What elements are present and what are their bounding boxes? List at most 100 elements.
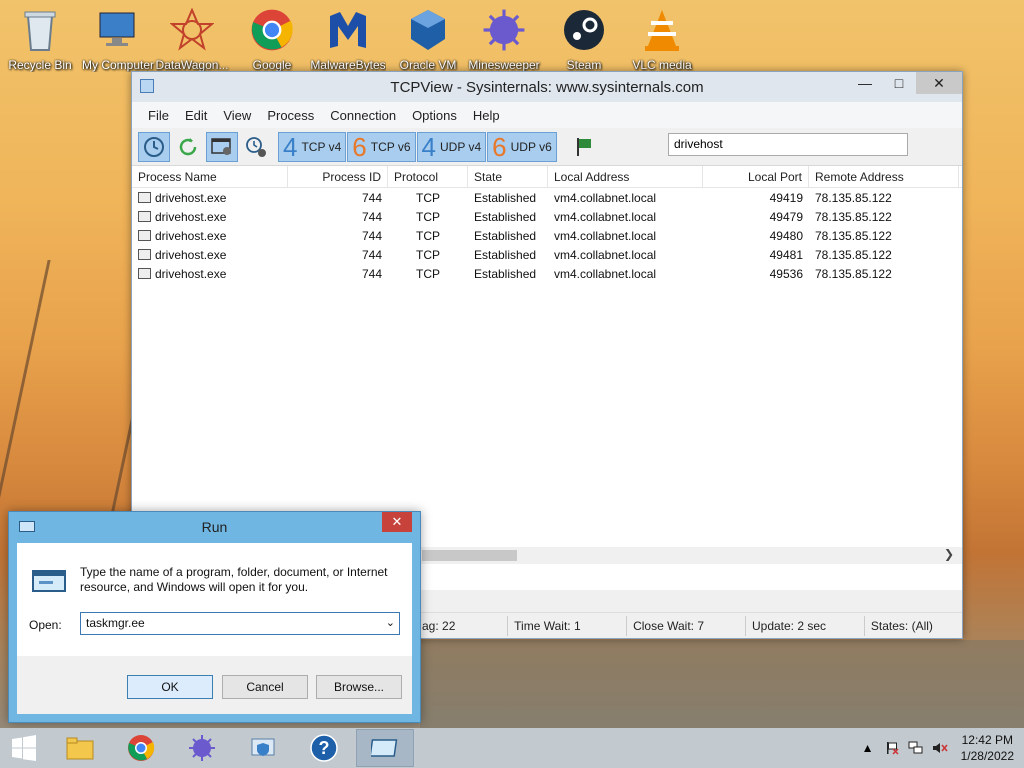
menu-help[interactable]: Help	[465, 108, 508, 123]
proto-label: UDP v4	[440, 139, 482, 154]
table-row[interactable]: drivehost.exe 744 TCP Established vm4.collab…	[132, 264, 962, 283]
menu-process[interactable]: Process	[259, 108, 322, 123]
menu-options[interactable]: Options	[404, 108, 465, 123]
minimize-button[interactable]: —	[848, 72, 882, 94]
desktop-icon-recycle-bin[interactable]: Recycle Bin	[2, 6, 78, 72]
recycle-bin-icon	[16, 6, 64, 54]
flag-button[interactable]	[568, 132, 600, 162]
taskbar-help[interactable]: ?	[295, 729, 353, 767]
run-dialog[interactable]: Run ✕ Type the name of a program, folder…	[8, 511, 421, 723]
desktop-icon-label: Google	[252, 58, 292, 72]
menu-view[interactable]: View	[215, 108, 259, 123]
start-button[interactable]	[0, 729, 48, 767]
taskbar-file-explorer[interactable]	[51, 729, 109, 767]
run-titlebar[interactable]: Run ✕	[9, 512, 420, 542]
maximize-button[interactable]: □	[882, 72, 916, 94]
scroll-thumb[interactable]	[422, 550, 517, 561]
col-local-port[interactable]: Local Port	[703, 166, 809, 187]
cancel-button[interactable]: Cancel	[222, 675, 308, 699]
network-shield-icon	[251, 738, 275, 756]
desktop-icon-google[interactable]: Google	[234, 6, 310, 72]
refresh-button[interactable]	[172, 132, 204, 162]
ok-button[interactable]: OK	[127, 675, 213, 699]
col-process-name[interactable]: Process Name	[132, 166, 288, 187]
udp-v4-toggle[interactable]: 4 UDP v4	[416, 131, 487, 162]
process-window-icon	[138, 230, 151, 241]
col-remote-address[interactable]: Remote Address	[809, 166, 959, 187]
cell-protocol: TCP	[416, 190, 440, 205]
action-center-flag-icon[interactable]	[883, 739, 901, 757]
col-state[interactable]: State	[468, 166, 548, 187]
cell-process-name: drivehost.exe	[132, 229, 288, 243]
process-name-text: drivehost.exe	[155, 266, 227, 281]
folder-icon	[66, 737, 94, 760]
options-button[interactable]	[240, 132, 272, 162]
system-tray: ▲ 12:42 PM 1/28/2022	[853, 728, 1014, 768]
menu-bar: File Edit View Process Connection Option…	[132, 102, 962, 128]
clock-date: 1/28/2022	[960, 749, 1014, 763]
process-window-icon	[138, 249, 151, 260]
col-process-id[interactable]: Process ID	[288, 166, 388, 187]
table-row[interactable]: drivehost.exe 744 TCP Established vm4.collab…	[132, 207, 962, 226]
window-gear-icon	[211, 137, 231, 155]
col-protocol[interactable]: Protocol	[388, 166, 468, 187]
table-row[interactable]: drivehost.exe 744 TCP Established vm4.collab…	[132, 226, 962, 245]
datawagon-icon	[168, 6, 216, 54]
tcpview-titlebar[interactable]: TCPView - Sysinternals: www.sysinternals…	[132, 72, 962, 102]
menu-edit[interactable]: Edit	[177, 108, 215, 123]
cell-local-port: 49481	[769, 247, 803, 262]
show-hidden-icons[interactable]: ▲	[859, 739, 877, 757]
clock[interactable]: 12:42 PM 1/28/2022	[961, 732, 1014, 764]
clock-time: 12:42 PM	[961, 733, 1013, 747]
volume-muted-icon[interactable]	[931, 739, 949, 757]
run-close-button[interactable]: ✕	[382, 512, 412, 532]
menu-file[interactable]: File	[140, 108, 177, 123]
close-button[interactable]: ✕	[916, 72, 962, 94]
virtualbox-icon	[404, 6, 452, 54]
taskbar-network-app[interactable]	[234, 729, 292, 767]
desktop-icon-vlc-media[interactable]: VLC media	[624, 6, 700, 72]
desktop-icon-steam[interactable]: Steam	[546, 6, 622, 72]
refresh-clock-button[interactable]	[138, 131, 170, 162]
windows-logo-icon	[12, 735, 36, 761]
desktop-icon-oracle-vm[interactable]: Oracle VM	[390, 6, 466, 72]
desktop-icon-label: Steam	[566, 58, 602, 72]
cell-state: Established	[474, 190, 537, 205]
taskbar-chrome[interactable]	[112, 729, 170, 767]
cell-state: Established	[474, 209, 537, 224]
process-filter-input[interactable]: drivehost	[668, 133, 908, 156]
table-row[interactable]: drivehost.exe 744 TCP Established vm4.collab…	[132, 245, 962, 264]
cell-protocol: TCP	[416, 209, 440, 224]
udp-v6-toggle[interactable]: 6 UDP v6	[487, 131, 557, 162]
network-icon[interactable]	[907, 739, 925, 757]
desktop-icon-label: Minesweeper	[468, 58, 540, 72]
open-input[interactable]: taskmgr.ee ⌄	[80, 612, 400, 635]
desktop-icon-label: Recycle Bin	[8, 58, 72, 72]
tcp-v6-toggle[interactable]: 6 TCP v6	[347, 131, 416, 162]
proto-label: UDP v6	[510, 139, 552, 154]
desktop-icon-my-computer[interactable]: My Computer	[80, 6, 156, 72]
cell-local-address: vm4.collabnet.local	[554, 228, 657, 243]
cell-local-port: 49536	[769, 266, 803, 281]
taskbar-minesweeper[interactable]	[173, 729, 231, 767]
desktop-icon-minesweeper[interactable]: Minesweeper	[466, 6, 542, 72]
process-window-icon	[138, 268, 151, 279]
desktop-icon-datawagon[interactable]: DataWagon...	[154, 6, 230, 72]
menu-connection[interactable]: Connection	[322, 108, 404, 123]
clock-refresh-icon	[144, 136, 164, 157]
table-row[interactable]: drivehost.exe 744 TCP Established vm4.collab…	[132, 188, 962, 207]
desktop-icon-label: DataWagon...	[155, 58, 229, 72]
process-name-text: drivehost.exe	[155, 190, 227, 205]
taskbar-run[interactable]	[356, 729, 414, 767]
browse-button[interactable]: Browse...	[316, 675, 402, 699]
cell-state: Established	[474, 266, 537, 281]
chevron-down-icon[interactable]: ⌄	[386, 616, 395, 629]
resolve-settings-button[interactable]	[206, 131, 238, 162]
process-window-icon	[138, 192, 151, 203]
tcp-v4-toggle[interactable]: 4 TCP v4	[278, 131, 347, 162]
cell-process-id: 744	[361, 190, 382, 205]
open-input-value: taskmgr.ee	[86, 616, 145, 630]
col-local-address[interactable]: Local Address	[548, 166, 703, 187]
desktop-icon-malwarebytes[interactable]: MalwareBytes	[310, 6, 386, 72]
scroll-right-arrow[interactable]: ❯	[944, 547, 954, 561]
